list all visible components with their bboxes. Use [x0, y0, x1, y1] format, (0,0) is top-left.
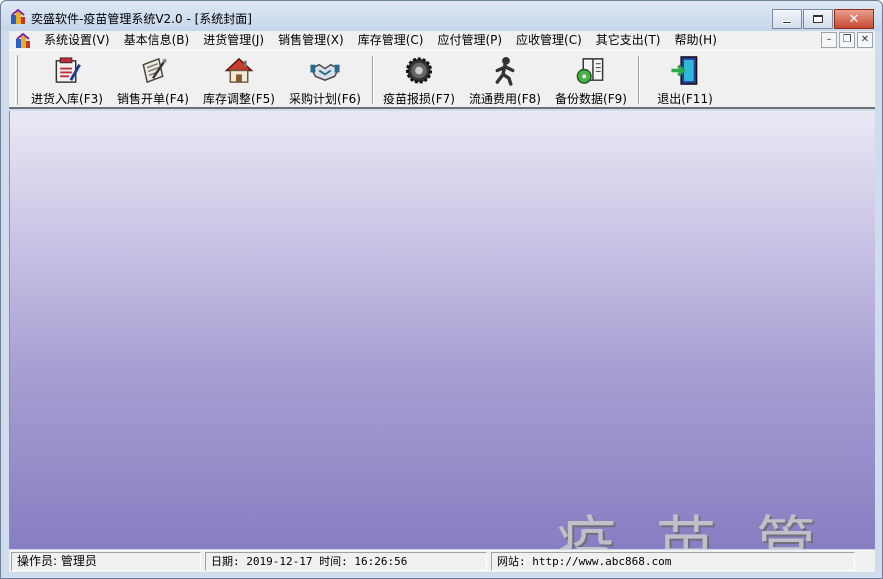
document-menu-icon[interactable]	[15, 32, 31, 49]
vaccine-loss-label: 疫苗报损(F7)	[383, 92, 455, 106]
mdi-close-button[interactable]: ✕	[857, 32, 873, 48]
status-bar: 操作员: 管理员 日期: 2019-12-17 时间: 16:26:56 网站:…	[9, 550, 875, 572]
sales-order-label: 销售开单(F4)	[117, 92, 189, 106]
handshake-icon	[310, 63, 340, 81]
running-man-icon	[495, 56, 515, 86]
status-website: 网站: http://www.abc868.com	[491, 552, 855, 571]
toolbar-separator	[638, 56, 640, 104]
inbound-label: 进货入库(F3)	[31, 92, 103, 106]
vaccine-loss-button[interactable]: 疫苗报损(F7)	[381, 53, 457, 107]
mdi-minimize-icon: –	[826, 34, 832, 45]
maximize-button[interactable]	[803, 9, 833, 29]
sales-order-button[interactable]: 销售开单(F4)	[115, 53, 191, 107]
sales-order-icon	[142, 57, 167, 84]
close-button[interactable]: ✕	[834, 9, 874, 29]
circulation-cost-label: 流通费用(F8)	[469, 92, 541, 106]
menu-purchase-management[interactable]: 进货管理(J)	[196, 31, 271, 50]
mdi-restore-button[interactable]: ❐	[839, 32, 855, 48]
menu-help[interactable]: 帮助(H)	[668, 31, 724, 50]
menu-payables-management[interactable]: 应付管理(P)	[430, 31, 509, 50]
menu-receivables-management[interactable]: 应收管理(C)	[509, 31, 589, 50]
app-window: 奕盛软件-疫苗管理系统V2.0 - [系统封面] ✕ 系统设置(V) 基本信息(…	[0, 0, 883, 579]
circulation-cost-button[interactable]: 流通费用(F8)	[467, 53, 543, 107]
purchase-plan-button[interactable]: 采购计划(F6)	[287, 53, 363, 107]
minimize-icon	[782, 20, 792, 24]
backup-data-button[interactable]: 备份数据(F9)	[553, 53, 629, 107]
status-operator: 操作员: 管理员	[11, 552, 201, 571]
purchase-plan-label: 采购计划(F6)	[289, 92, 361, 106]
menu-sales-management[interactable]: 销售管理(X)	[271, 31, 351, 50]
inventory-adjust-label: 库存调整(F5)	[203, 92, 275, 106]
backup-data-label: 备份数据(F9)	[555, 92, 627, 106]
mdi-minimize-button[interactable]: –	[821, 32, 837, 48]
gear-icon	[405, 57, 433, 84]
app-logo-icon	[11, 9, 25, 24]
exit-button[interactable]: 退出(F11)	[649, 53, 721, 107]
exit-door-icon	[671, 56, 698, 85]
toolbar-separator	[372, 56, 374, 104]
menu-basic-info[interactable]: 基本信息(B)	[117, 31, 197, 50]
toolbar-grip[interactable]	[15, 55, 18, 105]
exit-label: 退出(F11)	[657, 92, 713, 106]
title-bar[interactable]: 奕盛软件-疫苗管理系统V2.0 - [系统封面] ✕	[1, 1, 882, 31]
mdi-close-icon: ✕	[860, 34, 870, 45]
status-datetime: 日期: 2019-12-17 时间: 16:26:56	[205, 552, 487, 571]
book-disc-icon	[576, 58, 604, 84]
menu-other-expenses[interactable]: 其它支出(T)	[589, 31, 668, 50]
inbound-button[interactable]: 进货入库(F3)	[29, 53, 105, 107]
menu-system-settings[interactable]: 系统设置(V)	[37, 31, 117, 50]
maximize-icon	[813, 15, 823, 23]
minimize-button[interactable]	[772, 9, 802, 29]
close-icon: ✕	[848, 11, 860, 27]
house-icon	[224, 57, 254, 83]
menu-inventory-management[interactable]: 库存管理(C)	[351, 31, 431, 50]
menu-bar: 系统设置(V) 基本信息(B) 进货管理(J) 销售管理(X) 库存管理(C) …	[9, 31, 875, 50]
window-title: 奕盛软件-疫苗管理系统V2.0 - [系统封面]	[31, 12, 252, 26]
inbound-icon	[55, 57, 81, 83]
mdi-client-area: 疫苗管	[9, 111, 875, 549]
toolbar: 进货入库(F3) 销售开单(F4) 库存调整(F5) 采购计划(F6) 疫苗报损…	[9, 50, 875, 109]
inventory-adjust-button[interactable]: 库存调整(F5)	[201, 53, 277, 107]
splash-cover-text: 疫苗管	[556, 510, 856, 549]
mdi-restore-icon: ❐	[842, 34, 852, 45]
